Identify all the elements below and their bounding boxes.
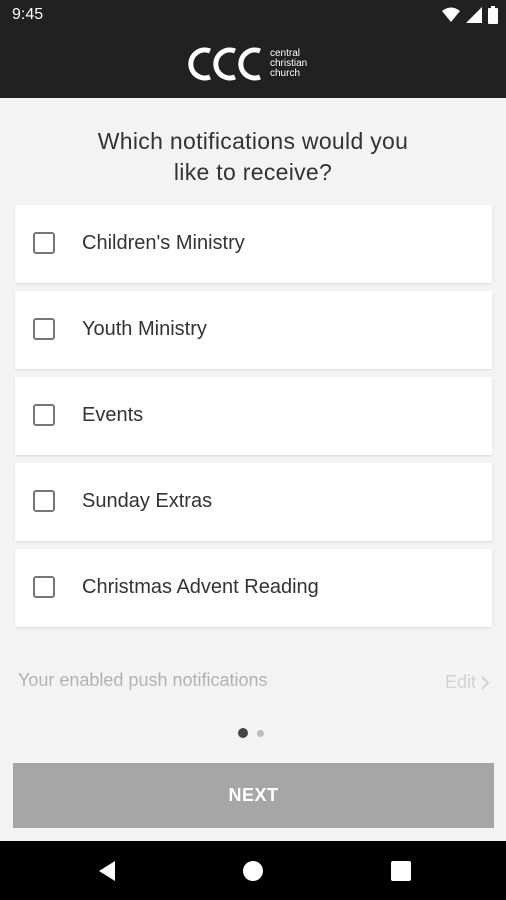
chevron-right-icon (481, 675, 490, 690)
option-label: Sunday Extras (82, 490, 213, 512)
status-time: 9:45 (12, 6, 44, 23)
checkbox[interactable] (33, 318, 55, 340)
edit-label: Edit (444, 672, 476, 692)
page-dot-active (238, 728, 248, 738)
checkbox[interactable] (33, 404, 55, 426)
enabled-notifications-label: Your enabled push notifications (18, 670, 268, 690)
checkbox[interactable] (33, 576, 55, 598)
cell-signal-icon (466, 7, 482, 23)
logo-wordmark: central christian church (270, 49, 307, 79)
question-line-2: like to receive? (173, 159, 333, 185)
checkbox[interactable] (33, 490, 55, 512)
status-bar: 9:45 (0, 0, 506, 30)
logo-line-3: church (270, 68, 301, 79)
option-card-childrens-ministry[interactable]: Children's Ministry (15, 205, 492, 283)
question-line-1: Which notifications would you (97, 128, 409, 154)
battery-icon (488, 6, 498, 24)
page-dot (257, 729, 264, 737)
option-label: Children's Ministry (82, 232, 245, 254)
wifi-icon (442, 7, 460, 22)
recents-icon[interactable] (389, 859, 413, 883)
status-icons (442, 6, 498, 24)
page-indicator (238, 728, 264, 738)
option-label: Christmas Advent Reading (82, 576, 319, 598)
church-logo: central christian church (188, 40, 307, 88)
option-label: Events (82, 404, 144, 426)
home-icon[interactable] (241, 859, 265, 883)
option-label: Youth Ministry (82, 318, 207, 340)
ccc-logo-icon (188, 47, 261, 81)
option-card-events[interactable]: Events (15, 377, 492, 455)
back-icon[interactable] (95, 859, 119, 883)
android-nav-bar (0, 841, 506, 900)
checkbox[interactable] (33, 232, 55, 254)
notification-preferences-screen: Which notifications would you like to re… (0, 98, 506, 841)
option-card-youth-ministry[interactable]: Youth Ministry (15, 291, 492, 369)
option-card-christmas-advent-reading[interactable]: Christmas Advent Reading (15, 549, 492, 627)
page-title: Which notifications would you like to re… (0, 126, 506, 188)
edit-link[interactable]: Edit (445, 672, 490, 693)
app-header: central christian church (0, 30, 506, 98)
option-card-sunday-extras[interactable]: Sunday Extras (15, 463, 492, 541)
next-button[interactable]: NEXT (13, 763, 494, 828)
